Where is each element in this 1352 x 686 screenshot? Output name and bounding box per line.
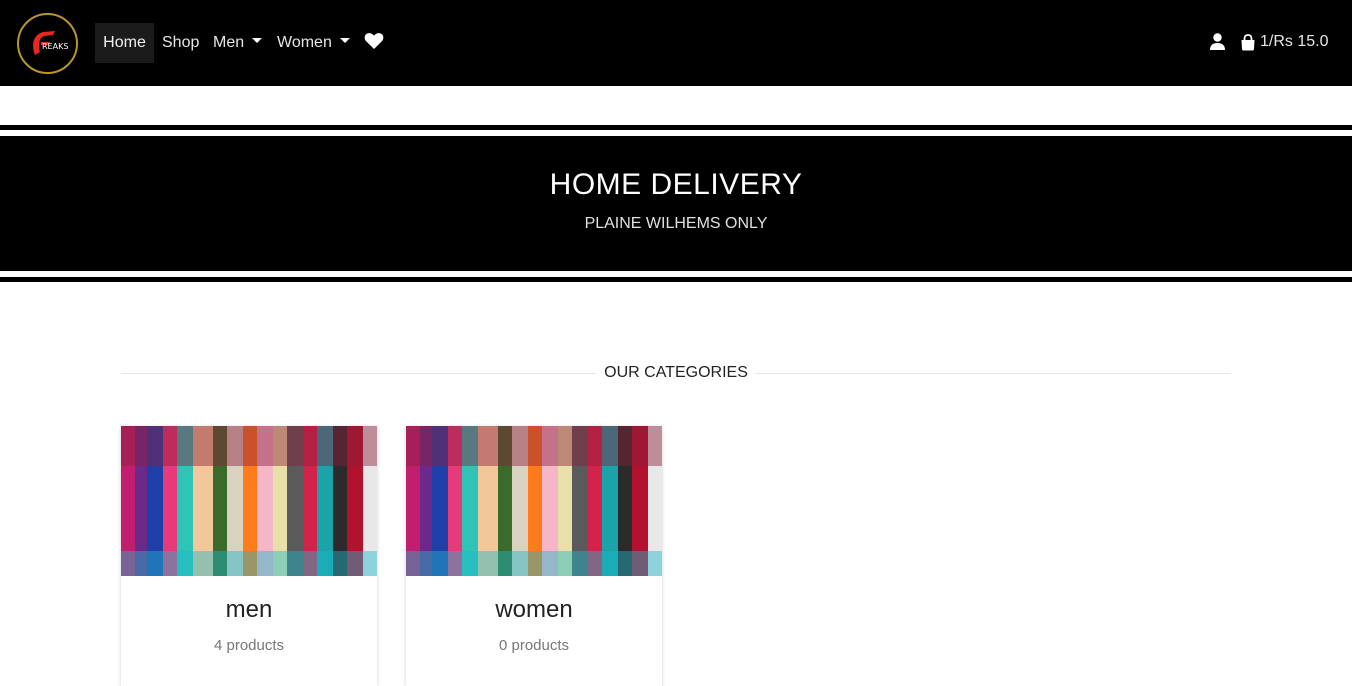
nav-women-dropdown[interactable]: Women bbox=[269, 23, 358, 63]
user-icon[interactable] bbox=[1209, 33, 1226, 50]
brand-logo[interactable]: REAKS bbox=[17, 13, 78, 74]
banner-title: HOME DELIVERY bbox=[549, 168, 803, 201]
nav-shop[interactable]: Shop bbox=[154, 23, 207, 63]
nav-women-label: Women bbox=[277, 34, 332, 51]
shopping-bag-icon bbox=[1241, 33, 1255, 50]
nav-shop-label: Shop bbox=[162, 34, 200, 51]
banner-stripe-top bbox=[0, 125, 1352, 130]
heart-icon[interactable] bbox=[364, 32, 384, 50]
category-name: men bbox=[225, 596, 273, 623]
nav-home-label: Home bbox=[103, 34, 146, 51]
category-name: women bbox=[495, 596, 573, 623]
category-card-women[interactable]: women 0 products bbox=[406, 426, 662, 686]
categories-heading: OUR CATEGORIES bbox=[604, 364, 748, 381]
chevron-down-icon bbox=[339, 38, 350, 44]
nav-home[interactable]: Home bbox=[95, 23, 154, 63]
category-image bbox=[406, 426, 662, 576]
freaks-logo-icon: REAKS bbox=[33, 31, 68, 55]
category-image bbox=[121, 426, 377, 576]
category-product-count: 4 products bbox=[213, 637, 285, 654]
nav-men-dropdown[interactable]: Men bbox=[205, 23, 270, 63]
banner-subtitle: PLAINE WILHEMS ONLY bbox=[584, 215, 768, 232]
cart-summary[interactable]: 1/Rs 15.0 bbox=[1240, 31, 1328, 53]
delivery-banner: HOME DELIVERY PLAINE WILHEMS ONLY bbox=[0, 136, 1352, 271]
chevron-down-icon bbox=[252, 38, 263, 44]
category-card-men[interactable]: men 4 products bbox=[121, 426, 377, 686]
category-product-count: 0 products bbox=[498, 637, 570, 654]
cart-text: 1/Rs 15.0 bbox=[1260, 33, 1329, 50]
nav-men-label: Men bbox=[213, 34, 245, 51]
top-navbar: REAKS Home Shop Men Women 1/Rs 15.0 bbox=[0, 0, 1352, 86]
svg-text:REAKS: REAKS bbox=[42, 42, 68, 51]
banner-stripe-bottom bbox=[0, 277, 1352, 282]
